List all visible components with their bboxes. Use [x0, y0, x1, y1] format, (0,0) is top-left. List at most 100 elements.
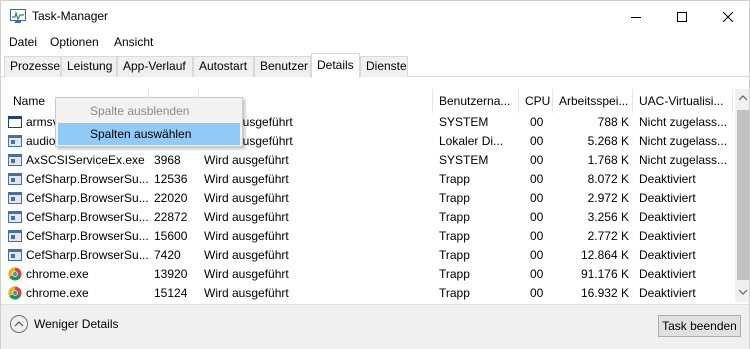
- process-name: armsv: [26, 115, 59, 129]
- table-row[interactable]: chrome.exe 15124 Wird ausgeführt Trapp 00 16.…: [3, 284, 733, 302]
- table-row[interactable]: CefSharp.BrowserSu... 12536 Wird ausgeführ…: [3, 170, 733, 189]
- process-name: CefSharp.BrowserSu...: [26, 229, 149, 243]
- process-name: audio: [26, 134, 56, 148]
- fewer-details-link[interactable]: Weniger Details: [10, 315, 118, 333]
- process-status: Wird ausgeführt: [204, 248, 289, 262]
- process-user: Trapp: [439, 286, 470, 300]
- tab-dienste[interactable]: Dienste: [360, 56, 408, 77]
- process-status: ausgeführt: [236, 115, 293, 129]
- process-pid: 13920: [154, 267, 188, 281]
- minimize-button[interactable]: [613, 1, 659, 32]
- tab-prozesse[interactable]: Prozesse: [4, 56, 61, 77]
- process-name: chrome.exe: [26, 286, 89, 300]
- process-uac: Deaktiviert: [639, 210, 696, 224]
- app-icon: [8, 229, 22, 243]
- tab-benutzer[interactable]: Benutzer: [254, 56, 311, 77]
- minimize-icon: [631, 16, 641, 18]
- process-name: CefSharp.BrowserSu...: [26, 172, 149, 186]
- process-user: Trapp: [439, 248, 470, 262]
- process-uac: Deaktiviert: [639, 267, 696, 281]
- scroll-down-icon[interactable]: [739, 289, 747, 295]
- process-memory: 2.772 K: [587, 229, 629, 243]
- process-memory: 5.268 K: [587, 134, 629, 148]
- tab-details[interactable]: Details: [311, 53, 360, 78]
- end-task-button[interactable]: Task beenden: [658, 315, 741, 337]
- window-icon: [8, 115, 22, 129]
- tab-autostart[interactable]: Autostart: [193, 56, 254, 77]
- tab-app-verlauf[interactable]: App-Verlauf: [117, 56, 193, 77]
- process-pid: 12536: [154, 172, 188, 186]
- process-cpu: 00: [530, 153, 544, 167]
- process-pid: 15600: [154, 229, 188, 243]
- process-user: Trapp: [439, 172, 470, 186]
- process-memory: 8.072 K: [587, 172, 629, 186]
- process-cpu: 00: [530, 267, 544, 281]
- close-icon: [723, 11, 733, 22]
- process-uac: Deaktiviert: [639, 191, 696, 205]
- table-row[interactable]: CefSharp.BrowserSu... 15600 Wird ausgeführ…: [3, 227, 733, 246]
- process-user: Trapp: [439, 267, 470, 281]
- scroll-up-icon[interactable]: [739, 95, 747, 101]
- process-uac: Nicht zugelass...: [639, 153, 728, 167]
- title-bar: Task-Manager: [1, 1, 749, 32]
- scrollbar-thumb[interactable]: [737, 110, 749, 280]
- menu-ansicht[interactable]: Ansicht: [114, 35, 153, 49]
- app-icon: [8, 134, 22, 148]
- tab-leistung[interactable]: Leistung: [61, 56, 117, 77]
- menu-item-hide-column[interactable]: Spalte ausblenden: [58, 100, 240, 122]
- process-cpu: 00: [530, 172, 544, 186]
- process-uac: Nicht zugelass...: [639, 115, 728, 129]
- process-name: chrome.exe: [26, 267, 89, 281]
- process-cpu: 00: [530, 134, 544, 148]
- process-memory: 788 K: [597, 115, 629, 129]
- menu-optionen[interactable]: Optionen: [50, 35, 99, 49]
- menu-datei[interactable]: Datei: [9, 35, 37, 49]
- process-user: SYSTEM: [439, 153, 489, 167]
- table-row[interactable]: AxSCSIServiceEx.exe 3968 Wird ausgeführt SY…: [3, 151, 733, 170]
- process-uac: Nicht zugelass...: [639, 134, 728, 148]
- column-header-benutzername[interactable]: Benutzerna...: [433, 89, 519, 113]
- process-status: ausgeführt: [236, 134, 293, 148]
- process-memory: 3.256 K: [587, 210, 629, 224]
- app-icon: [8, 248, 22, 262]
- close-button[interactable]: [705, 1, 750, 32]
- process-cpu: 00: [530, 286, 544, 300]
- app-icon: [8, 191, 22, 205]
- vertical-scrollbar[interactable]: [735, 89, 749, 302]
- table-row[interactable]: CefSharp.BrowserSu... 22872 Wird ausgeführ…: [3, 208, 733, 227]
- process-status: Wird ausgeführt: [204, 286, 289, 300]
- process-name: CefSharp.BrowserSu...: [26, 210, 149, 224]
- table-row[interactable]: chrome.exe 13920 Wird ausgeführt Trapp 00 91.…: [3, 265, 733, 284]
- chrome-icon: [8, 286, 22, 300]
- column-header-uac[interactable]: UAC-Virtualisi...: [633, 89, 733, 113]
- column-header-cpu[interactable]: CPU: [519, 89, 553, 113]
- task-manager-window: Task-Manager Datei Optionen Ansicht Proz…: [0, 0, 750, 349]
- process-name: CefSharp.BrowserSu...: [26, 191, 149, 205]
- process-memory: 1.768 K: [587, 153, 629, 167]
- app-icon: [8, 210, 22, 224]
- footer-bar: Weniger Details Task beenden: [1, 304, 749, 349]
- process-status: Wird ausgeführt: [204, 267, 289, 281]
- process-cpu: 00: [530, 210, 544, 224]
- chrome-icon: [8, 267, 22, 281]
- process-memory: 16.932 K: [580, 286, 629, 300]
- process-pid: 15124: [154, 286, 188, 300]
- table-row[interactable]: CefSharp.BrowserSu... 7420 Wird ausgeführt…: [3, 246, 733, 265]
- column-header-arbeitsspeicher[interactable]: Arbeitsspei...: [553, 89, 633, 113]
- process-pid: 7420: [154, 248, 181, 262]
- maximize-button[interactable]: [659, 1, 705, 32]
- process-status: Wird ausgeführt: [204, 191, 289, 205]
- window-title: Task-Manager: [32, 9, 109, 23]
- process-uac: Deaktiviert: [639, 229, 696, 243]
- task-manager-icon: [10, 9, 26, 23]
- process-memory: 2.972 K: [587, 191, 629, 205]
- process-status: Wird ausgeführt: [204, 172, 289, 186]
- process-uac: Deaktiviert: [639, 286, 696, 300]
- process-cpu: 00: [530, 248, 544, 262]
- process-cpu: 00: [530, 115, 544, 129]
- process-user: Trapp: [439, 229, 470, 243]
- process-user: Trapp: [439, 210, 470, 224]
- table-row[interactable]: CefSharp.BrowserSu... 22020 Wird ausgeführ…: [3, 189, 733, 208]
- menu-item-select-columns[interactable]: Spalten auswählen: [58, 123, 240, 145]
- app-icon: [8, 153, 22, 167]
